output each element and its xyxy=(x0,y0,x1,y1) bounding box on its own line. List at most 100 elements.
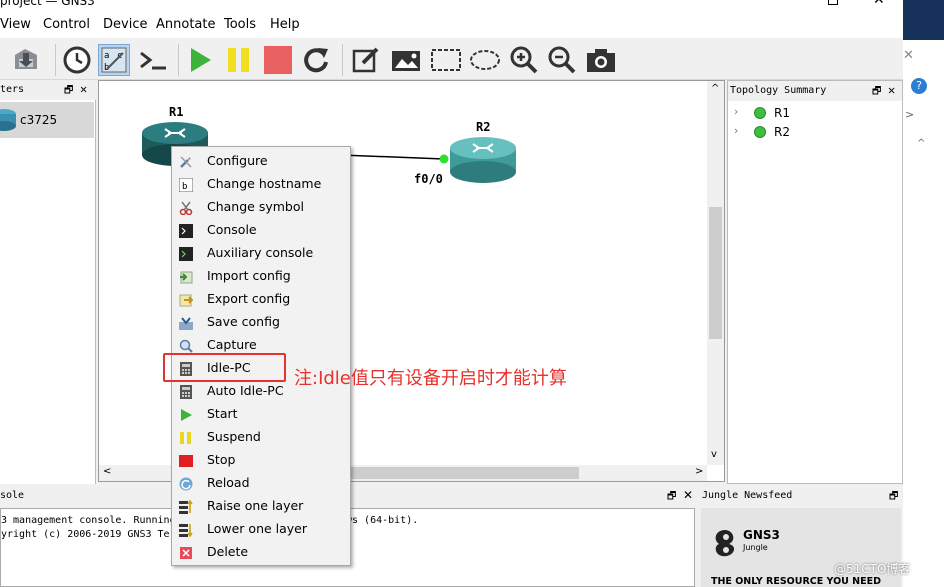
console-title: sole xyxy=(0,490,25,501)
float-icon[interactable]: 🗗 xyxy=(889,489,898,506)
chevron-right-icon[interactable]: › xyxy=(734,105,738,118)
float-icon[interactable]: 🗗 xyxy=(872,84,881,101)
device-label: c3725 xyxy=(20,113,58,127)
maximize-icon[interactable] xyxy=(828,0,838,5)
title-bar: project — GNS3 ✕ xyxy=(0,0,903,12)
chevron-left-icon[interactable]: < xyxy=(103,466,111,477)
gns3-logo-icon xyxy=(715,530,735,557)
delete-icon xyxy=(180,547,192,559)
draw-ellipse-icon[interactable] xyxy=(469,44,501,76)
menu-item-start[interactable]: Start xyxy=(172,403,350,426)
menu-help[interactable]: Help xyxy=(270,17,300,32)
router-r2[interactable] xyxy=(449,136,519,184)
menu-item-label: Import config xyxy=(207,268,291,283)
suspend-all-icon[interactable] xyxy=(223,44,255,76)
save-config-icon xyxy=(179,317,193,330)
chevron-up-icon[interactable]: ^ xyxy=(711,83,719,94)
close-icon[interactable]: ✕ xyxy=(80,82,87,96)
menu-item-change-hostname[interactable]: b Change hostname xyxy=(172,173,350,196)
background-window-strip: ✕ ? > ^ xyxy=(903,0,944,587)
horizontal-scroll-thumb[interactable] xyxy=(347,467,579,479)
console-line: yright (c) 2006-2019 GNS3 Te xyxy=(1,529,170,540)
topology-summary-dock: Topology Summary 🗗 ✕ › R1 › R2 xyxy=(727,80,903,484)
chevron-right-icon[interactable]: › xyxy=(734,124,738,137)
draw-rectangle-icon[interactable] xyxy=(430,44,462,76)
node-name: R2 xyxy=(774,125,790,139)
snapshot-clock-icon[interactable] xyxy=(61,44,93,76)
menu-item-auxiliary-console[interactable]: Auxiliary console xyxy=(172,242,350,265)
annotation-note: 注:Idle值只有设备开启时才能计算 xyxy=(294,368,567,389)
vertical-scroll-thumb[interactable] xyxy=(709,207,722,339)
start-icon xyxy=(181,409,192,421)
close-icon[interactable]: ✕ xyxy=(683,488,693,502)
topology-summary-header: Topology Summary 🗗 ✕ xyxy=(728,81,902,101)
menu-item-console[interactable]: Console xyxy=(172,219,350,242)
menu-view[interactable]: View xyxy=(0,17,31,32)
topology-node-r1[interactable]: › R1 xyxy=(734,105,894,123)
menu-item-label: Reload xyxy=(207,475,250,490)
menu-item-raise-one-layer[interactable]: Raise one layer xyxy=(172,495,350,518)
stop-icon xyxy=(179,455,193,467)
hostname-icon: b xyxy=(179,178,193,192)
zoom-in-icon[interactable] xyxy=(508,44,540,76)
r1-label[interactable]: R1 xyxy=(169,105,183,119)
menu-item-import-config[interactable]: Import config xyxy=(172,265,350,288)
devices-dock: ters 🗗 ✕ c3725 xyxy=(0,80,96,484)
console-line: 3 management console. Running xyxy=(1,515,176,526)
menu-item-label: Save config xyxy=(207,314,280,329)
watermark: @51CTO博客 xyxy=(834,562,911,576)
stop-all-icon[interactable] xyxy=(262,44,294,76)
menu-item-save-config[interactable]: Save config xyxy=(172,311,350,334)
menu-device[interactable]: Device xyxy=(103,17,147,32)
vertical-scrollbar[interactable]: ^ v xyxy=(707,81,724,465)
r2-label[interactable]: R2 xyxy=(476,120,490,134)
menu-item-label: Auto Idle-PC xyxy=(207,383,284,398)
node-name: R1 xyxy=(774,106,790,120)
chevron-down-icon[interactable]: v xyxy=(711,449,717,460)
auto-idle-pc-calculator-icon xyxy=(180,385,192,399)
reload-all-icon[interactable] xyxy=(300,44,332,76)
menu-item-reload[interactable]: Reload xyxy=(172,472,350,495)
insert-picture-icon[interactable] xyxy=(390,44,422,76)
close-icon[interactable]: ✕ xyxy=(873,0,885,8)
menu-item-export-config[interactable]: Export config xyxy=(172,288,350,311)
export-config-icon xyxy=(179,294,193,307)
menu-item-label: Console xyxy=(207,222,257,237)
menu-control[interactable]: Control xyxy=(43,17,90,32)
menu-item-lower-one-layer[interactable]: Lower one layer xyxy=(172,518,350,541)
chevron-right-icon: > xyxy=(905,108,915,121)
chevron-up-icon: ^ xyxy=(917,138,926,149)
chevron-right-icon[interactable]: > xyxy=(695,466,703,477)
console-line: ws (64-bit). xyxy=(346,515,419,526)
start-all-icon[interactable] xyxy=(184,44,216,76)
router-icon xyxy=(0,109,16,131)
suspend-icon xyxy=(180,432,191,444)
devices-dock-header: ters 🗗 ✕ xyxy=(0,80,96,100)
zoom-out-icon[interactable] xyxy=(546,44,578,76)
device-item-c3725[interactable]: c3725 xyxy=(0,102,94,138)
menu-item-configure[interactable]: Configure xyxy=(172,150,350,173)
newsfeed-title: Jungle Newsfeed xyxy=(702,490,793,501)
save-project-icon[interactable] xyxy=(10,44,42,76)
menu-item-suspend[interactable]: Suspend xyxy=(172,426,350,449)
menu-tools[interactable]: Tools xyxy=(224,17,256,32)
help-icon: ? xyxy=(911,78,927,94)
menu-annotate[interactable]: Annotate xyxy=(156,17,215,32)
menu-item-change-symbol[interactable]: Change symbol xyxy=(172,196,350,219)
float-icon[interactable]: 🗗 xyxy=(64,83,73,100)
close-icon[interactable]: ✕ xyxy=(888,83,895,97)
menu-item-stop[interactable]: Stop xyxy=(172,449,350,472)
show-interface-labels-icon[interactable]: acb xyxy=(98,44,130,76)
topology-node-r2[interactable]: › R2 xyxy=(734,124,894,142)
add-note-icon[interactable] xyxy=(350,44,382,76)
menu-item-label: Stop xyxy=(207,452,236,467)
menu-item-label: Configure xyxy=(207,153,268,168)
float-icon[interactable]: 🗗 xyxy=(667,489,676,506)
console-all-icon[interactable] xyxy=(138,44,170,76)
status-dot-icon xyxy=(754,126,766,138)
menu-item-label: Change symbol xyxy=(207,199,304,214)
menu-item-delete[interactable]: Delete xyxy=(172,541,350,564)
newsfeed-logo-text: GNS3 xyxy=(743,528,780,542)
screenshot-camera-icon[interactable] xyxy=(585,44,617,76)
console-icon xyxy=(179,224,193,238)
